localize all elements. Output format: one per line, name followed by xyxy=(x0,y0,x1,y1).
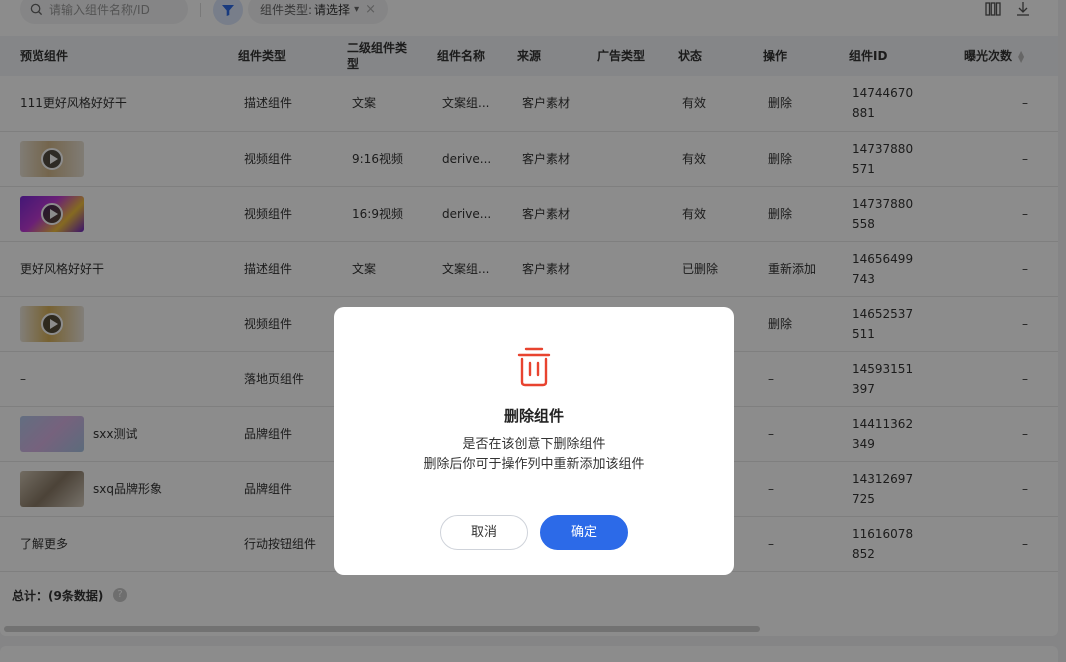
dialog-message-line: 是否在该创意下删除组件 xyxy=(462,437,606,452)
delete-dialog: 删除组件 是否在该创意下删除组件 删除后你可于操作列中重新添加该组件 取消 确定 xyxy=(334,307,734,575)
dialog-message: 是否在该创意下删除组件 删除后你可于操作列中重新添加该组件 xyxy=(334,435,734,475)
dialog-title: 删除组件 xyxy=(503,407,564,425)
cancel-button[interactable]: 取消 xyxy=(440,515,528,550)
dialog-message-line: 删除后你可于操作列中重新添加该组件 xyxy=(423,457,645,472)
confirm-button[interactable]: 确定 xyxy=(540,515,628,550)
trash-icon xyxy=(517,347,551,387)
